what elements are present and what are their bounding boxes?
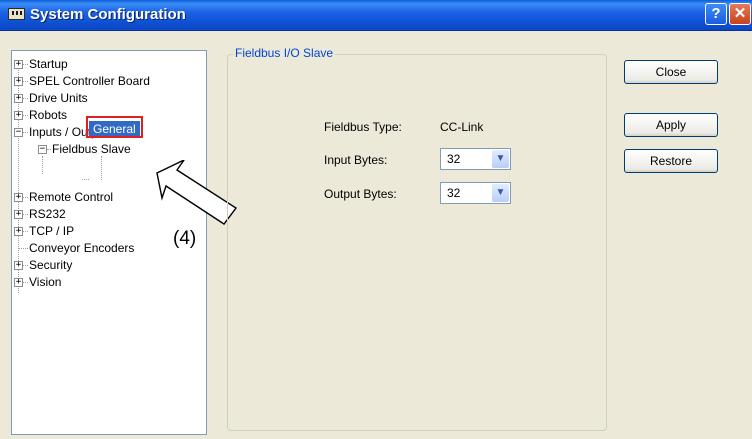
expand-icon[interactable]: +	[14, 193, 23, 202]
expand-icon[interactable]: +	[14, 77, 23, 86]
title-bar: System Configuration ? ✕	[0, 0, 752, 31]
expand-icon[interactable]: +	[14, 111, 23, 120]
expand-icon[interactable]: +	[14, 261, 23, 270]
chevron-down-icon[interactable]: ▼	[492, 150, 509, 168]
expand-icon[interactable]: +	[14, 278, 23, 287]
expand-icon[interactable]: +	[14, 94, 23, 103]
input-bytes-label: Input Bytes:	[324, 153, 388, 167]
system-configuration-window: System Configuration ? ✕ + Startup + SPE…	[0, 0, 752, 439]
tree-item-rs232[interactable]: RS232	[29, 207, 66, 221]
chevron-down-icon[interactable]: ▼	[492, 184, 509, 202]
input-bytes-select[interactable]: 32 ▼	[440, 148, 511, 170]
tree-item-drive-units[interactable]: Drive Units	[29, 91, 88, 105]
fieldbus-type-label: Fieldbus Type:	[324, 120, 402, 134]
group-title: Fieldbus I/O Slave	[233, 46, 336, 60]
tree-item-spel-controller-board[interactable]: SPEL Controller Board	[29, 74, 150, 88]
close-window-button[interactable]: ✕	[729, 3, 751, 25]
collapse-icon[interactable]: −	[14, 128, 23, 137]
app-icon	[8, 8, 25, 20]
tree-item-robots[interactable]: Robots	[29, 108, 67, 122]
tree-item-fieldbus-slave[interactable]: Fieldbus Slave	[52, 142, 131, 156]
output-bytes-select[interactable]: 32 ▼	[440, 182, 511, 204]
window-title: System Configuration	[30, 6, 186, 23]
tree-item-security[interactable]: Security	[29, 258, 72, 272]
expand-icon[interactable]: +	[14, 60, 23, 69]
apply-button[interactable]: Apply	[624, 113, 718, 137]
tree-item-tcp-ip[interactable]: TCP / IP	[29, 224, 74, 238]
restore-button[interactable]: Restore	[624, 149, 718, 173]
step-annotation: (4)	[173, 228, 197, 249]
expand-icon[interactable]: +	[14, 210, 23, 219]
expand-icon[interactable]: +	[14, 227, 23, 236]
close-button[interactable]: Close	[624, 60, 718, 84]
fieldbus-type-value: CC-Link	[440, 120, 484, 134]
output-bytes-label: Output Bytes:	[324, 187, 397, 201]
tree-item-vision[interactable]: Vision	[29, 275, 61, 289]
tree-item-startup[interactable]: Startup	[29, 57, 68, 71]
tree-item-conveyor-encoders[interactable]: Conveyor Encoders	[29, 241, 134, 255]
highlight-box	[86, 116, 143, 138]
fieldbus-io-slave-group	[227, 54, 607, 431]
help-button[interactable]: ?	[705, 3, 727, 25]
collapse-icon[interactable]: −	[38, 145, 47, 154]
tree-item-remote-control[interactable]: Remote Control	[29, 190, 113, 204]
input-bytes-value: 32	[447, 152, 461, 166]
output-bytes-value: 32	[447, 186, 461, 200]
